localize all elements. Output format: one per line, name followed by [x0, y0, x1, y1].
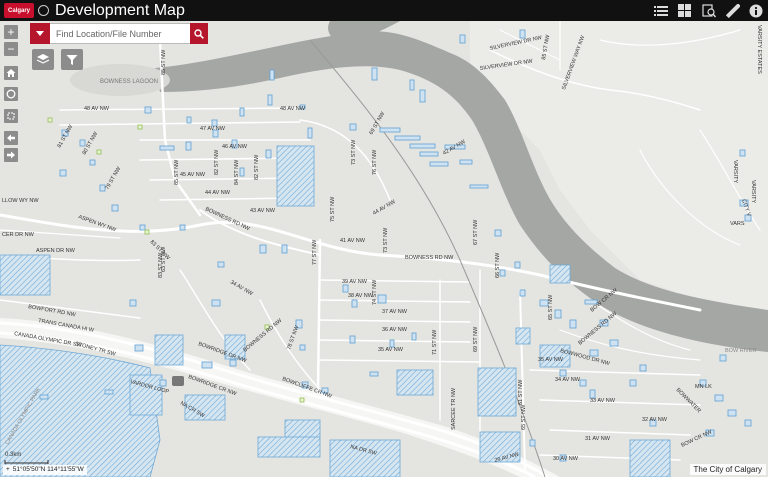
- measure-icon[interactable]: [724, 2, 742, 19]
- svg-text:VARSITY: VARSITY: [732, 160, 738, 183]
- svg-text:71 ST NW: 71 ST NW: [432, 329, 438, 355]
- plus-icon: +: [6, 466, 10, 473]
- svg-text:39 AV NW: 39 AV NW: [342, 279, 368, 285]
- search-input[interactable]: [50, 23, 190, 44]
- svg-text:32 AV NW: 32 AV NW: [642, 417, 668, 423]
- logo-text: Calgary: [7, 7, 30, 14]
- svg-text:VARS: VARS: [730, 221, 745, 227]
- chevron-down-icon: [36, 30, 44, 36]
- svg-text:38 AV NW: 38 AV NW: [348, 293, 374, 299]
- zoom-in-button[interactable]: +: [4, 25, 18, 39]
- svg-text:77 ST NW: 77 ST NW: [312, 239, 318, 265]
- previous-extent-button[interactable]: [4, 131, 18, 145]
- svg-text:65 ST NW: 65 ST NW: [548, 294, 554, 320]
- svg-text:44 AV NW: 44 AV NW: [205, 190, 231, 196]
- svg-text:VARSITY ESTATES: VARSITY ESTATES: [756, 25, 762, 74]
- arrow-left-icon: [7, 134, 15, 142]
- zoom-out-button[interactable]: −: [4, 42, 18, 56]
- coordinates-text: 51°05'50"N 114°11'55"W: [12, 466, 84, 473]
- app-title: Development Map: [55, 1, 185, 19]
- svg-text:MN LK: MN LK: [695, 384, 712, 390]
- filter-icon: [66, 54, 78, 65]
- svg-text:36 AV NW: 36 AV NW: [382, 327, 408, 333]
- filter-button[interactable]: [61, 49, 83, 70]
- svg-text:48 AV NW: 48 AV NW: [84, 106, 110, 112]
- svg-text:37 AV NW: 37 AV NW: [382, 309, 408, 315]
- highway-shield-icon: [172, 376, 184, 386]
- svg-text:48 AV NW: 48 AV NW: [280, 106, 306, 112]
- coordinates-readout: + 51°05'50"N 114°11'55"W: [3, 465, 87, 475]
- svg-text:ASPEN DR NW: ASPEN DR NW: [36, 248, 76, 254]
- svg-text:43 AV NW: 43 AV NW: [250, 208, 276, 214]
- svg-text:34 AV NW: 34 AV NW: [555, 377, 581, 383]
- svg-text:VARSITY: VARSITY: [750, 180, 756, 203]
- header-bar: Calgary Development Map: [0, 0, 768, 21]
- attribution: The City of Calgary: [689, 464, 766, 475]
- locate-button[interactable]: [4, 87, 18, 101]
- extent-icon: [7, 112, 15, 120]
- arrow-right-icon: [7, 151, 15, 159]
- svg-text:30 AV NW: 30 AV NW: [553, 456, 579, 462]
- svg-text:LLOW WY NW: LLOW WY NW: [2, 198, 39, 204]
- svg-text:33 AV NW: 33 AV NW: [590, 398, 616, 404]
- svg-text:65 ST NW: 65 ST NW: [521, 404, 527, 430]
- grid-icon[interactable]: [676, 2, 694, 19]
- bow-river-label: BOW RIVER: [725, 348, 757, 354]
- info-icon[interactable]: [747, 2, 765, 19]
- svg-text:73 ST NW: 73 ST NW: [383, 227, 389, 253]
- layers-icon: [36, 54, 50, 64]
- svg-text:75 ST NW: 75 ST NW: [330, 196, 336, 222]
- home-icon: [6, 69, 16, 77]
- svg-text:76 ST NW: 76 ST NW: [372, 149, 378, 175]
- search-icon: [194, 28, 204, 39]
- svg-text:61 ST NW: 61 ST NW: [518, 379, 524, 405]
- full-extent-button[interactable]: [4, 109, 18, 123]
- svg-text:67 ST NW: 67 ST NW: [473, 219, 479, 245]
- svg-text:69 ST NW: 69 ST NW: [473, 326, 479, 352]
- circle-icon: [6, 89, 16, 99]
- svg-text:31 AV NW: 31 AV NW: [585, 436, 611, 442]
- svg-text:82 ST NW: 82 ST NW: [254, 154, 260, 180]
- svg-text:84 ST NW: 84 ST NW: [234, 159, 240, 185]
- svg-text:CER DR NW: CER DR NW: [2, 232, 35, 238]
- scale-label: 0.3km: [5, 452, 22, 458]
- home-button[interactable]: [4, 66, 18, 80]
- svg-text:85 ST NW: 85 ST NW: [174, 159, 180, 185]
- svg-text:66 ST NW: 66 ST NW: [495, 252, 501, 278]
- map-canvas[interactable]: BOWNESS LAGOON BOW RIVER SILVERVIEW DR N…: [0, 21, 768, 477]
- location-search: [30, 23, 208, 44]
- svg-text:82 ST NW: 82 ST NW: [214, 149, 220, 175]
- svg-text:85 ST NW: 85 ST NW: [161, 49, 167, 75]
- svg-text:45 AV NW: 45 AV NW: [180, 172, 206, 178]
- svg-text:46 AV NW: 46 AV NW: [222, 144, 248, 150]
- layers-button[interactable]: [32, 49, 54, 70]
- svg-text:SARCEE TR NW: SARCEE TR NW: [451, 387, 457, 430]
- svg-text:41 AV NW: 41 AV NW: [340, 238, 366, 244]
- svg-text:35 AV NW: 35 AV NW: [378, 347, 404, 353]
- city-seal-icon: [38, 5, 49, 16]
- svg-text:47 AV NW: 47 AV NW: [200, 126, 226, 132]
- search-button[interactable]: [190, 23, 208, 44]
- svg-text:63 ST NW: 63 ST NW: [161, 246, 167, 272]
- next-extent-button[interactable]: [4, 148, 18, 162]
- svg-text:35 AV NW: 35 AV NW: [538, 357, 564, 363]
- svg-text:74 ST NW: 74 ST NW: [372, 279, 378, 305]
- svg-text:73 ST NW: 73 ST NW: [351, 139, 357, 165]
- search-doc-icon[interactable]: [700, 2, 718, 19]
- calgary-logo: Calgary: [4, 3, 34, 18]
- list-icon[interactable]: [652, 2, 670, 19]
- bowness-lagoon-label: BOWNESS LAGOON: [100, 79, 158, 85]
- search-options-dropdown[interactable]: [30, 23, 50, 44]
- svg-text:BOWNESS RD NW: BOWNESS RD NW: [405, 255, 454, 261]
